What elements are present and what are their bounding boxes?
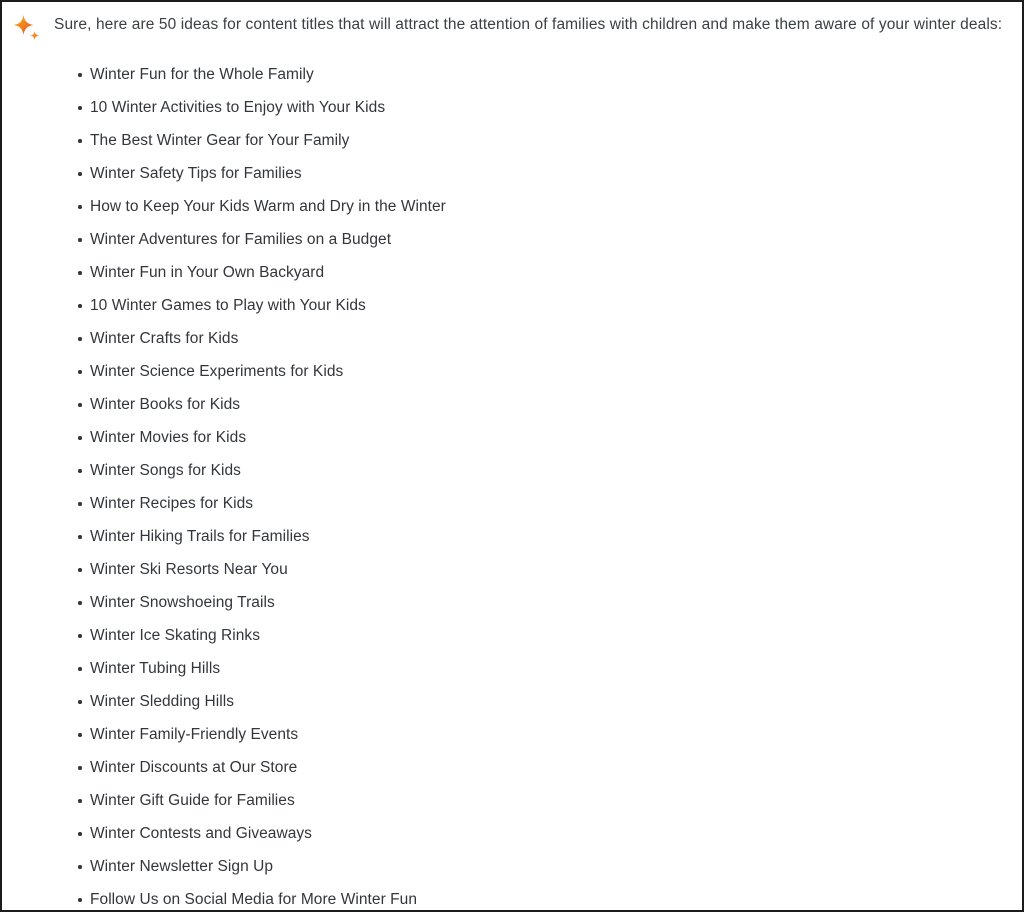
- list-item: 10 Winter Games to Play with Your Kids: [2, 289, 1022, 322]
- list-item: Winter Gift Guide for Families: [2, 784, 1022, 817]
- list-item: Winter Tubing Hills: [2, 652, 1022, 685]
- content-title-ideas-list: Winter Fun for the Whole Family 10 Winte…: [2, 58, 1022, 910]
- list-item: Winter Discounts at Our Store: [2, 751, 1022, 784]
- list-item: Winter Songs for Kids: [2, 454, 1022, 487]
- list-item: Winter Newsletter Sign Up: [2, 850, 1022, 883]
- list-item: Winter Science Experiments for Kids: [2, 355, 1022, 388]
- list-item: Winter Fun for the Whole Family: [2, 58, 1022, 91]
- list-item: Winter Family-Friendly Events: [2, 718, 1022, 751]
- list-item: Winter Safety Tips for Families: [2, 157, 1022, 190]
- list-item: Winter Fun in Your Own Backyard: [2, 256, 1022, 289]
- list-item: 10 Winter Activities to Enjoy with Your …: [2, 91, 1022, 124]
- list-item: The Best Winter Gear for Your Family: [2, 124, 1022, 157]
- list-item: Follow Us on Social Media for More Winte…: [2, 883, 1022, 910]
- list-item: Winter Ski Resorts Near You: [2, 553, 1022, 586]
- list-item: Winter Books for Kids: [2, 388, 1022, 421]
- list-item: Winter Movies for Kids: [2, 421, 1022, 454]
- response-header: Sure, here are 50 ideas for content titl…: [2, 2, 1022, 44]
- list-item: Winter Crafts for Kids: [2, 322, 1022, 355]
- list-item: Winter Hiking Trails for Families: [2, 520, 1022, 553]
- list-item: Winter Recipes for Kids: [2, 487, 1022, 520]
- list-item: Winter Snowshoeing Trails: [2, 586, 1022, 619]
- sparkle-icon: [12, 14, 42, 44]
- list-item: How to Keep Your Kids Warm and Dry in th…: [2, 190, 1022, 223]
- response-intro-text: Sure, here are 50 ideas for content titl…: [54, 16, 1003, 33]
- list-item: Winter Contests and Giveaways: [2, 817, 1022, 850]
- ai-response-panel: Sure, here are 50 ideas for content titl…: [0, 0, 1024, 912]
- list-item: Winter Adventures for Families on a Budg…: [2, 223, 1022, 256]
- list-item: Winter Sledding Hills: [2, 685, 1022, 718]
- list-item: Winter Ice Skating Rinks: [2, 619, 1022, 652]
